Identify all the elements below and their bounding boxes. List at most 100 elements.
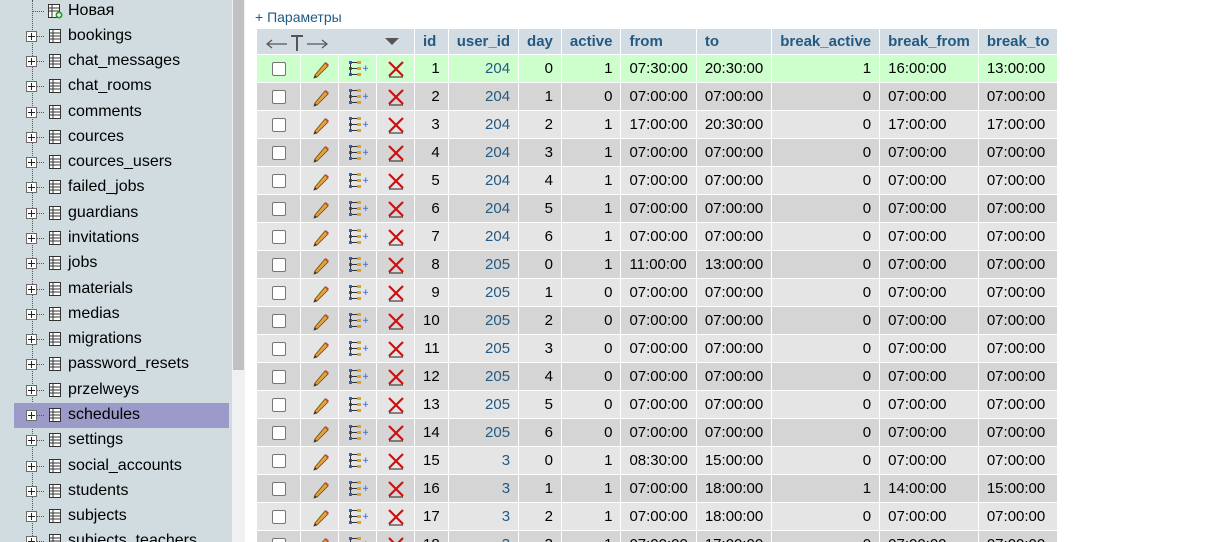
sidebar-item-label[interactable]: chat_messages	[68, 52, 180, 70]
table-row[interactable]: +6 204 5 1 07:00:00 07:00:00 0 07:00:00 07:00:00	[256, 194, 1059, 223]
cell-user-id[interactable]: 3	[447, 502, 520, 531]
expand-plus-icon[interactable]	[26, 284, 37, 295]
sidebar-item-label[interactable]: przelweys	[68, 381, 139, 399]
table-row[interactable]: +10 205 2 0 07:00:00 07:00:00 0 07:00:00 07:00:0…	[256, 306, 1059, 335]
sidebar-item-schedules[interactable]: schedules	[0, 403, 232, 428]
copy-icon[interactable]: +	[348, 171, 369, 191]
sidebar-item-cources-users[interactable]: cources_users	[0, 150, 232, 175]
table-row[interactable]: +3 204 2 1 17:00:00 20:30:00 0 17:00:00 17:00:00	[256, 110, 1059, 139]
copy-icon[interactable]: +	[348, 115, 369, 135]
sidebar-item-chat-rooms[interactable]: chat_rooms	[0, 74, 232, 99]
table-icon[interactable]	[47, 306, 63, 322]
table-icon[interactable]	[47, 508, 63, 524]
table-icon[interactable]	[47, 382, 63, 398]
expand-plus-icon[interactable]	[26, 56, 37, 67]
sidebar-item-migrations[interactable]: migrations	[0, 327, 232, 352]
table-row[interactable]: +9 205 1 0 07:00:00 07:00:00 0 07:00:00 07:00:00	[256, 278, 1059, 307]
delete-icon[interactable]	[386, 423, 406, 443]
delete-icon[interactable]	[386, 255, 406, 275]
sidebar-item-bookings[interactable]: bookings	[0, 24, 232, 49]
new-table-icon[interactable]	[47, 3, 63, 19]
sidebar-item-label[interactable]: social_accounts	[68, 457, 182, 475]
row-checkbox[interactable]	[271, 174, 286, 189]
table-row[interactable]: +15 3 0 1 08:30:00 15:00:00 0 07:00:00 07:00:00	[256, 446, 1059, 475]
edit-icon[interactable]	[310, 367, 330, 387]
sidebar-item-label[interactable]: migrations	[68, 330, 142, 348]
row-checkbox[interactable]	[271, 482, 286, 497]
delete-icon[interactable]	[386, 283, 406, 303]
row-checkbox[interactable]	[271, 426, 286, 441]
sidebar-item-subjects-teachers[interactable]: subjects_teachers	[0, 529, 232, 542]
sidebar-item-przelweys[interactable]: przelweys	[0, 378, 232, 403]
delete-icon[interactable]	[386, 367, 406, 387]
copy-icon[interactable]: +	[348, 227, 369, 247]
copy-icon[interactable]: +	[348, 311, 369, 331]
sidebar-item-label[interactable]: cources_users	[68, 153, 172, 171]
row-checkbox[interactable]	[271, 314, 286, 329]
cell-user-id[interactable]: 204	[447, 54, 520, 83]
delete-icon[interactable]	[386, 479, 406, 499]
sidebar-item-label[interactable]: cources	[68, 128, 124, 146]
sidebar-item-chat-messages[interactable]: chat_messages	[0, 49, 232, 74]
sidebar-item-label[interactable]: jobs	[68, 254, 97, 272]
delete-icon[interactable]	[386, 59, 406, 79]
table-icon[interactable]	[47, 432, 63, 448]
expand-plus-icon[interactable]	[26, 536, 37, 542]
sidebar-item-label[interactable]: settings	[68, 431, 123, 449]
sidebar-item-label[interactable]: invitations	[68, 229, 139, 247]
expand-plus-icon[interactable]	[26, 461, 37, 472]
table-icon[interactable]	[47, 483, 63, 499]
row-checkbox[interactable]	[271, 202, 286, 217]
table-row[interactable]: +16 3 1 1 07:00:00 18:00:00 1 14:00:00 15:00:00	[256, 474, 1059, 503]
delete-icon[interactable]	[386, 507, 406, 527]
copy-icon[interactable]: +	[348, 87, 369, 107]
sidebar-item-comments[interactable]: comments	[0, 100, 232, 125]
sidebar-item-jobs[interactable]: jobs	[0, 251, 232, 276]
edit-icon[interactable]	[310, 255, 330, 275]
cell-user-id[interactable]: 205	[447, 278, 520, 307]
sidebar-item-label[interactable]: guardians	[68, 204, 138, 222]
expand-plus-icon[interactable]	[26, 182, 37, 193]
edit-icon[interactable]	[310, 535, 330, 542]
expand-plus-icon[interactable]	[26, 81, 37, 92]
copy-icon[interactable]: +	[348, 507, 369, 527]
column-header-day[interactable]: day	[518, 28, 562, 55]
table-row[interactable]: +8 205 0 1 11:00:00 13:00:00 0 07:00:00 07:00:00	[256, 250, 1059, 279]
table-row[interactable]: +17 3 2 1 07:00:00 18:00:00 0 07:00:00 07:00:00	[256, 502, 1059, 531]
edit-icon[interactable]	[310, 59, 330, 79]
sidebar-item-invitations[interactable]: invitations	[0, 226, 232, 251]
column-menu-triangle-icon[interactable]	[385, 38, 400, 45]
column-header-user-id[interactable]: user_id	[447, 28, 520, 55]
expand-plus-icon[interactable]	[26, 208, 37, 219]
sidebar-item-failed-jobs[interactable]: failed_jobs	[0, 175, 232, 200]
table-row[interactable]: +5 204 4 1 07:00:00 07:00:00 0 07:00:00 07:00:00	[256, 166, 1059, 195]
copy-icon[interactable]: +	[348, 479, 369, 499]
table-icon[interactable]	[47, 205, 63, 221]
edit-icon[interactable]	[310, 143, 330, 163]
delete-icon[interactable]	[386, 311, 406, 331]
copy-icon[interactable]: +	[348, 199, 369, 219]
edit-icon[interactable]	[310, 451, 330, 471]
table-icon[interactable]	[47, 255, 63, 271]
cell-user-id[interactable]: 204	[447, 222, 520, 251]
table-icon[interactable]	[47, 331, 63, 347]
expand-plus-icon[interactable]	[26, 157, 37, 168]
edit-icon[interactable]	[310, 395, 330, 415]
copy-icon[interactable]: +	[348, 283, 369, 303]
expand-plus-icon[interactable]	[26, 233, 37, 244]
sidebar-item-password-resets[interactable]: password_resets	[0, 352, 232, 377]
delete-icon[interactable]	[386, 339, 406, 359]
sidebar-item-guardians[interactable]: guardians	[0, 201, 232, 226]
table-row[interactable]: +14 205 6 0 07:00:00 07:00:00 0 07:00:00 07:00:0…	[256, 418, 1059, 447]
copy-icon[interactable]: +	[348, 367, 369, 387]
delete-icon[interactable]	[386, 451, 406, 471]
cell-user-id[interactable]: 204	[447, 82, 520, 111]
column-header-break-active[interactable]: break_active	[771, 28, 881, 55]
edit-icon[interactable]	[310, 507, 330, 527]
row-checkbox[interactable]	[271, 370, 286, 385]
sidebar-item-medias[interactable]: medias	[0, 302, 232, 327]
sidebar-item-label[interactable]: chat_rooms	[68, 77, 152, 95]
expand-plus-icon[interactable]	[26, 511, 37, 522]
sidebar-item-social-accounts[interactable]: social_accounts	[0, 454, 232, 479]
table-icon[interactable]	[47, 458, 63, 474]
